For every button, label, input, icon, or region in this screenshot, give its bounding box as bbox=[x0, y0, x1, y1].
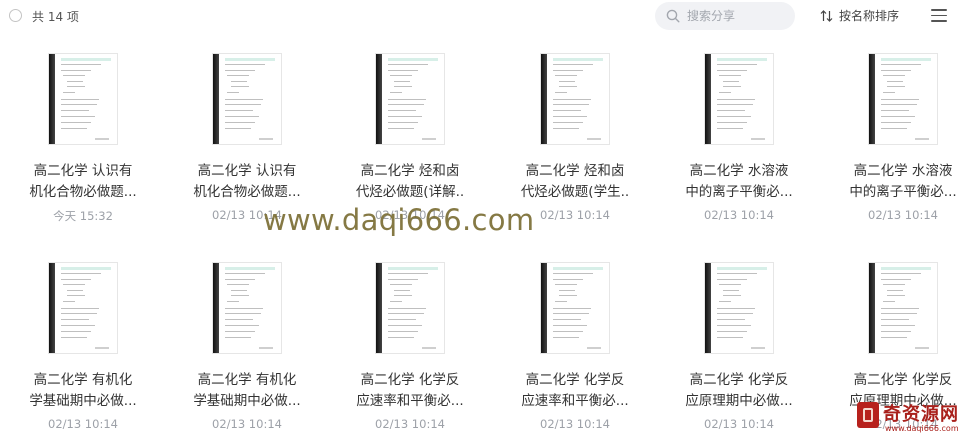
file-name-line-1: 高二化学 烃和卤 bbox=[525, 163, 625, 179]
file-name-line-2: 机化合物必做题... bbox=[193, 184, 301, 200]
file-name-line-2: 学基础期中必做... bbox=[193, 393, 301, 409]
file-name[interactable]: 高二化学 化学反 应原理期中必做... bbox=[669, 370, 809, 412]
document-thumbnail[interactable] bbox=[48, 262, 118, 354]
stamp-text: 奇资源网 bbox=[883, 404, 959, 425]
document-thumbnail[interactable] bbox=[540, 53, 610, 145]
file-item[interactable]: 高二化学 有机化 学基础期中必做... 02/13 10:14 bbox=[167, 262, 327, 442]
file-name-line-2: 代烃必做题(详解.. bbox=[355, 184, 465, 200]
file-name-line-1: 高二化学 水溶液 bbox=[689, 163, 789, 179]
file-name-line-2: 学基础期中必做... bbox=[29, 393, 137, 409]
seal-icon bbox=[857, 402, 879, 428]
file-name-line-1: 高二化学 烃和卤 bbox=[360, 163, 460, 179]
file-name[interactable]: 高二化学 有机化 学基础期中必做... bbox=[13, 370, 153, 412]
file-date: 02/13 10:14 bbox=[540, 417, 610, 431]
file-name-line-2: 中的离子平衡必... bbox=[685, 184, 793, 200]
file-name[interactable]: 高二化学 化学反 应速率和平衡必... bbox=[505, 370, 645, 412]
file-name-line-1: 高二化学 有机化 bbox=[197, 372, 297, 388]
file-name-line-2: 机化合物必做题... bbox=[29, 184, 137, 200]
document-thumbnail[interactable] bbox=[868, 262, 938, 354]
file-name-line-1: 高二化学 化学反 bbox=[525, 372, 625, 388]
stamp-url: www.daqi666.com bbox=[885, 424, 959, 433]
item-count: 共 14 项 bbox=[32, 10, 79, 24]
file-name-line-2: 应速率和平衡必... bbox=[356, 393, 464, 409]
file-name[interactable]: 高二化学 化学反 应速率和平衡必... bbox=[340, 370, 480, 412]
file-date: 02/13 10:14 bbox=[375, 417, 445, 431]
file-name-line-2: 应速率和平衡必... bbox=[521, 393, 629, 409]
file-date: 今天 15:32 bbox=[53, 209, 113, 223]
file-name[interactable]: 高二化学 水溶液 中的离子平衡必... bbox=[669, 161, 809, 203]
file-name[interactable]: 高二化学 烃和卤 代烃必做题(学生.. bbox=[505, 161, 645, 203]
file-name[interactable]: 高二化学 水溶液 中的离子平衡必... bbox=[833, 161, 970, 203]
file-name-line-1: 高二化学 化学反 bbox=[853, 372, 953, 388]
document-thumbnail[interactable] bbox=[212, 262, 282, 354]
file-item[interactable]: 高二化学 化学反 应速率和平衡必... 02/13 10:14 bbox=[330, 262, 490, 442]
sort-label: 按名称排序 bbox=[839, 9, 900, 23]
document-thumbnail[interactable] bbox=[375, 262, 445, 354]
document-thumbnail[interactable] bbox=[704, 53, 774, 145]
file-name[interactable]: 高二化学 认识有 机化合物必做题... bbox=[177, 161, 317, 203]
file-name[interactable]: 高二化学 烃和卤 代烃必做题(详解.. bbox=[340, 161, 480, 203]
file-item[interactable]: 高二化学 化学反 应原理期中必做... 02/13 10:14 bbox=[659, 262, 819, 442]
document-thumbnail[interactable] bbox=[212, 53, 282, 145]
file-name-line-1: 高二化学 化学反 bbox=[360, 372, 460, 388]
file-name[interactable]: 高二化学 有机化 学基础期中必做... bbox=[177, 370, 317, 412]
file-date: 02/13 10:14 bbox=[48, 417, 118, 431]
file-name-line-1: 高二化学 有机化 bbox=[33, 372, 133, 388]
document-thumbnail[interactable] bbox=[540, 262, 610, 354]
sort-button[interactable]: 按名称排序 bbox=[820, 7, 899, 24]
watermark-text: www.daqi666.com bbox=[263, 203, 535, 237]
document-thumbnail[interactable] bbox=[704, 262, 774, 354]
site-stamp-logo: 奇资源网 www.daqi666.com bbox=[855, 400, 970, 438]
sort-arrows-icon bbox=[820, 9, 833, 22]
file-name-line-2: 代烃必做题(学生.. bbox=[520, 184, 630, 200]
file-name-line-1: 高二化学 认识有 bbox=[197, 163, 297, 179]
file-item[interactable]: 高二化学 化学反 应速率和平衡必... 02/13 10:14 bbox=[495, 262, 655, 442]
document-thumbnail[interactable] bbox=[48, 53, 118, 145]
search-input[interactable] bbox=[687, 6, 787, 26]
document-thumbnail[interactable] bbox=[868, 53, 938, 145]
file-item[interactable]: 高二化学 认识有 机化合物必做题... 今天 15:32 bbox=[3, 53, 163, 233]
file-item[interactable]: 高二化学 水溶液 中的离子平衡必... 02/13 10:14 bbox=[659, 53, 819, 233]
document-thumbnail[interactable] bbox=[375, 53, 445, 145]
file-name-line-2: 应原理期中必做... bbox=[685, 393, 793, 409]
search-icon bbox=[666, 9, 680, 23]
hamburger-menu-icon[interactable] bbox=[931, 9, 947, 23]
file-date: 02/13 10:14 bbox=[868, 208, 938, 222]
file-date: 02/13 10:14 bbox=[704, 208, 774, 222]
file-name-line-1: 高二化学 认识有 bbox=[33, 163, 133, 179]
search-box[interactable] bbox=[655, 2, 795, 30]
file-date: 02/13 10:14 bbox=[212, 417, 282, 431]
select-all-checkbox[interactable] bbox=[9, 9, 22, 22]
file-item[interactable]: 高二化学 有机化 学基础期中必做... 02/13 10:14 bbox=[3, 262, 163, 442]
file-name[interactable]: 高二化学 认识有 机化合物必做题... bbox=[13, 161, 153, 203]
file-item[interactable]: 高二化学 水溶液 中的离子平衡必... 02/13 10:14 bbox=[823, 53, 970, 233]
file-name-line-1: 高二化学 水溶液 bbox=[853, 163, 953, 179]
toolbar: 共 14 项 按名称排序 bbox=[0, 0, 970, 32]
file-date: 02/13 10:14 bbox=[704, 417, 774, 431]
file-name-line-2: 中的离子平衡必... bbox=[849, 184, 957, 200]
file-name-line-1: 高二化学 化学反 bbox=[689, 372, 789, 388]
